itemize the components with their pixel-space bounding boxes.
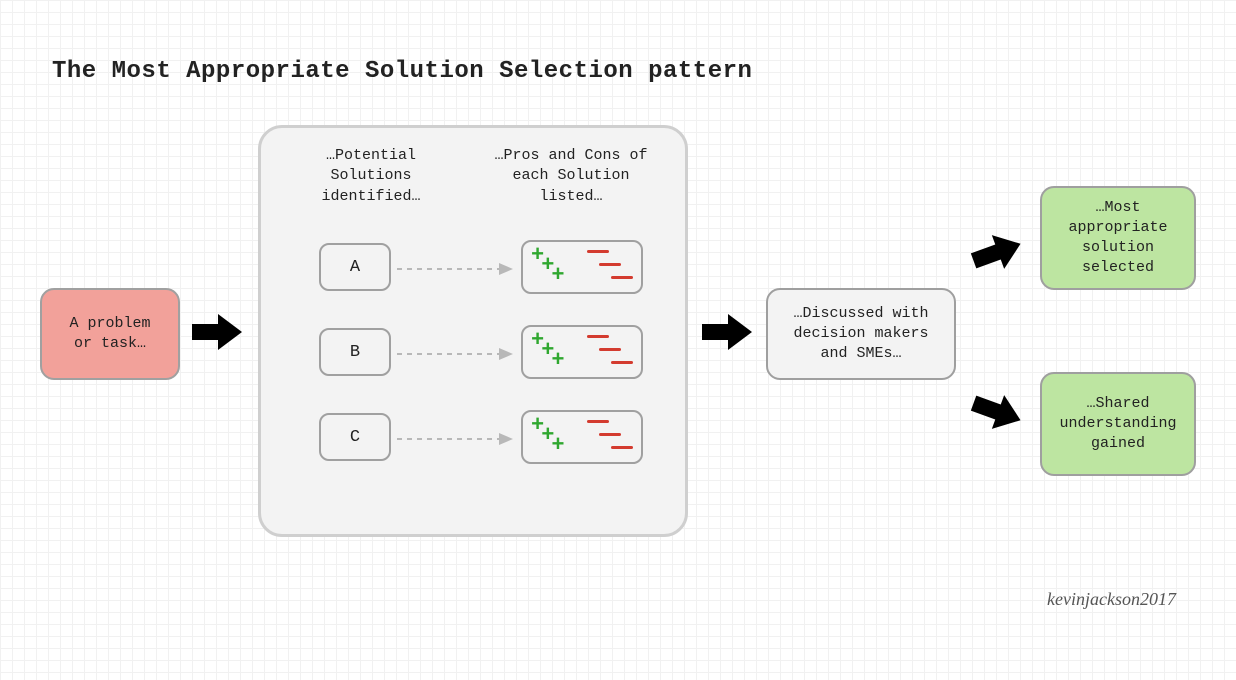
pros-cons-c-box: + + + — [521, 410, 643, 464]
pros-cons-a-box: + + + — [521, 240, 643, 294]
plus-icon: + — [551, 353, 564, 368]
diagram-title: The Most Appropriate Solution Selection … — [52, 58, 752, 85]
output-solution-box: …Most appropriate solution selected — [1040, 186, 1196, 290]
solution-b-box: B — [319, 328, 391, 376]
minus-icon — [599, 433, 621, 436]
arrow-icon — [700, 312, 756, 352]
minus-icon — [611, 446, 633, 449]
solution-c-box: C — [319, 413, 391, 461]
plus-icon: + — [551, 438, 564, 453]
credit-text: kevinjackson2017 — [1047, 589, 1176, 610]
minus-icon — [599, 263, 621, 266]
minus-icon — [587, 250, 609, 253]
arrow-icon — [190, 312, 246, 352]
dash-arrow-icon — [397, 262, 515, 276]
dash-arrow-icon — [397, 432, 515, 446]
problem-box: A problem or task… — [40, 288, 180, 380]
col2-label: …Pros and Cons of each Solution listed… — [491, 146, 651, 207]
minus-icon — [587, 420, 609, 423]
output-understanding-box: …Shared understanding gained — [1040, 372, 1196, 476]
col1-label: …Potential Solutions identified… — [291, 146, 451, 207]
plus-icon: + — [551, 268, 564, 283]
discussed-box: …Discussed with decision makers and SMEs… — [766, 288, 956, 380]
dash-arrow-icon — [397, 347, 515, 361]
minus-icon — [611, 276, 633, 279]
arrow-icon — [970, 388, 1026, 436]
solutions-panel: …Potential Solutions identified… …Pros a… — [258, 125, 688, 537]
pros-cons-b-box: + + + — [521, 325, 643, 379]
solution-a-box: A — [319, 243, 391, 291]
minus-icon — [599, 348, 621, 351]
minus-icon — [611, 361, 633, 364]
minus-icon — [587, 335, 609, 338]
arrow-icon — [970, 228, 1026, 276]
